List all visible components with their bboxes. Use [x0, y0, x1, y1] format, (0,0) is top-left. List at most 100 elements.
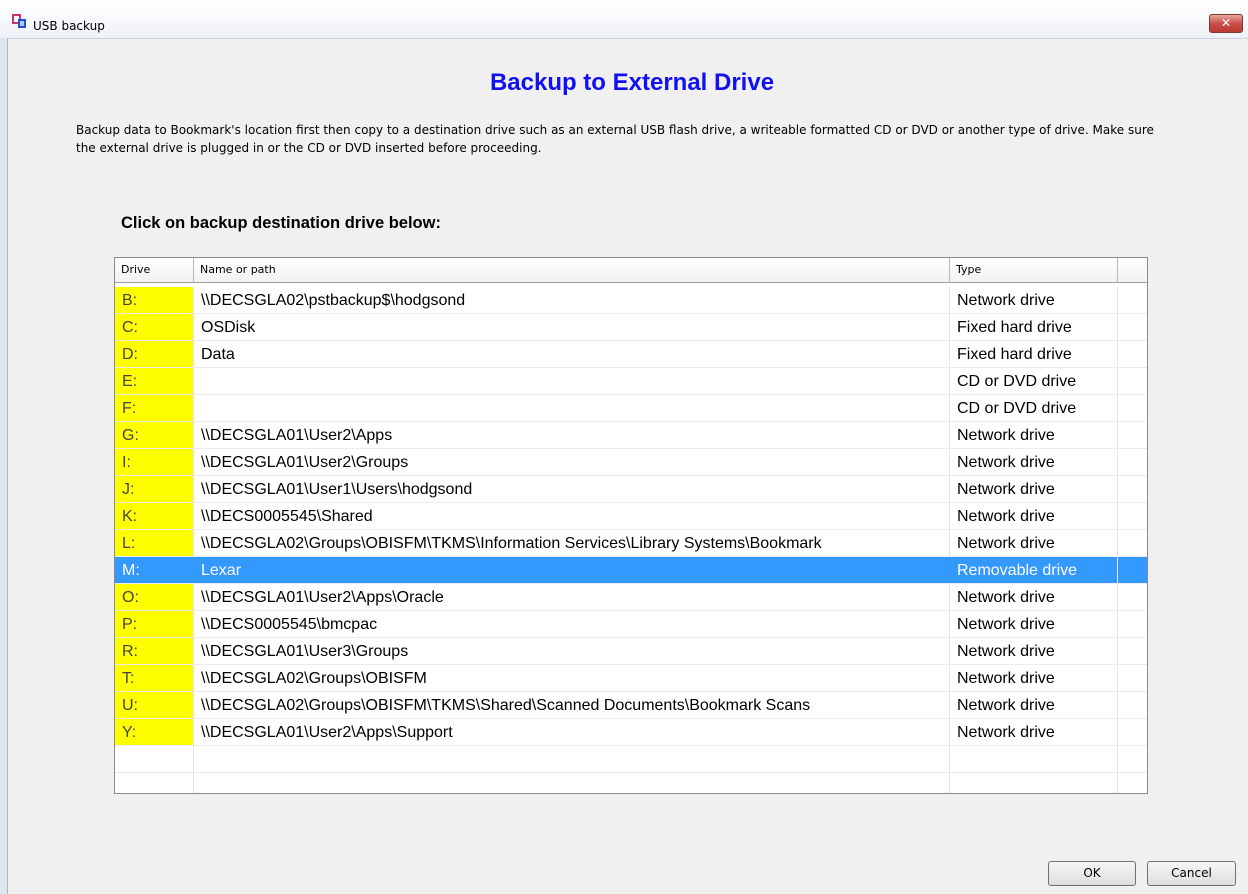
- type-cell: Network drive: [950, 584, 1118, 610]
- cancel-button[interactable]: Cancel: [1147, 861, 1236, 886]
- instruction-text: Click on backup destination drive below:: [121, 214, 441, 232]
- drive-cell: U:: [115, 692, 194, 718]
- type-cell: Removable drive: [950, 557, 1118, 583]
- type-cell: Network drive: [950, 638, 1118, 664]
- table-row[interactable]: J: \\DECSGLA01\User1\Users\hodgsond Networ…: [115, 476, 1147, 503]
- path-cell: [194, 746, 950, 772]
- page-heading: Backup to External Drive: [489, 69, 775, 96]
- path-cell: OSDisk: [194, 314, 950, 340]
- table-row[interactable]: B: \\DECSGLA02\pstbackup$\hodgsond Network…: [115, 287, 1147, 314]
- drive-cell: O:: [115, 584, 194, 610]
- path-cell: \\DECSGLA02\Groups\OBISFM\TKMS\Shared\Sc…: [194, 692, 950, 718]
- filler-cell: [1118, 368, 1147, 394]
- table-row[interactable]: O: \\DECSGLA01\User2\Apps\Oracle Network d…: [115, 584, 1147, 611]
- table-row[interactable]: D: Data Fixed hard drive: [115, 341, 1147, 368]
- filler-cell: [1118, 584, 1147, 610]
- column-header-name-or-path[interactable]: Name or path: [194, 258, 950, 282]
- table-row[interactable]: M: Lexar Removable drive: [115, 557, 1147, 584]
- drive-cell: C:: [115, 314, 194, 340]
- drive-cell: R:: [115, 638, 194, 664]
- path-cell: \\DECSGLA02\Groups\OBISFM\TKMS\Informati…: [194, 530, 950, 556]
- drive-cell: T:: [115, 665, 194, 691]
- type-cell: Network drive: [950, 665, 1118, 691]
- type-cell: Network drive: [950, 530, 1118, 556]
- path-cell: Data: [194, 341, 950, 367]
- filler-cell: [1118, 530, 1147, 556]
- drive-cell: K:: [115, 503, 194, 529]
- table-row[interactable]: P: \\DECS0005545\bmcpac Network drive: [115, 611, 1147, 638]
- filler-cell: [1118, 773, 1147, 793]
- type-cell: Network drive: [950, 503, 1118, 529]
- path-cell: [194, 395, 950, 421]
- type-cell: Network drive: [950, 422, 1118, 448]
- drive-cell: J:: [115, 476, 194, 502]
- column-header-type[interactable]: Type: [950, 258, 1118, 282]
- column-header-filler: [1118, 258, 1147, 282]
- filler-cell: [1118, 476, 1147, 502]
- type-cell: Network drive: [950, 692, 1118, 718]
- filler-cell: [1118, 638, 1147, 664]
- filler-cell: [1118, 611, 1147, 637]
- filler-cell: [1118, 665, 1147, 691]
- title-bar[interactable]: USB backup ✕: [0, 0, 1248, 39]
- drive-cell: [115, 746, 194, 772]
- drive-cell: Y:: [115, 719, 194, 745]
- table-row[interactable]: G: \\DECSGLA01\User2\Apps Network drive: [115, 422, 1147, 449]
- table-row[interactable]: I: \\DECSGLA01\User2\Groups Network drive: [115, 449, 1147, 476]
- filler-cell: [1118, 341, 1147, 367]
- close-icon: ✕: [1220, 16, 1232, 30]
- filler-cell: [1118, 503, 1147, 529]
- path-cell: \\DECSGLA01\User2\Apps: [194, 422, 950, 448]
- drive-cell: B:: [115, 287, 194, 313]
- table-row[interactable]: L: \\DECSGLA02\Groups\OBISFM\TKMS\Informa…: [115, 530, 1147, 557]
- filler-cell: [1118, 449, 1147, 475]
- table-row[interactable]: U: \\DECSGLA02\Groups\OBISFM\TKMS\Shared\…: [115, 692, 1147, 719]
- filler-cell: [1118, 287, 1147, 313]
- path-cell: [194, 773, 950, 793]
- description-text: Backup data to Bookmark's location first…: [76, 123, 1154, 155]
- usb-backup-app-icon: [12, 14, 26, 28]
- drive-cell: L:: [115, 530, 194, 556]
- drive-cell: P:: [115, 611, 194, 637]
- filler-cell: [1118, 395, 1147, 421]
- drive-cell: I:: [115, 449, 194, 475]
- table-row-empty: [115, 773, 1147, 793]
- table-row[interactable]: Y: \\DECSGLA01\User2\Apps\Support Network …: [115, 719, 1147, 746]
- type-cell: Network drive: [950, 611, 1118, 637]
- filler-cell: [1118, 746, 1147, 772]
- filler-cell: [1118, 314, 1147, 340]
- path-cell: \\DECSGLA01\User3\Groups: [194, 638, 950, 664]
- type-cell: Network drive: [950, 719, 1118, 745]
- table-row-empty: [115, 746, 1147, 773]
- filler-cell: [1118, 692, 1147, 718]
- ok-button[interactable]: OK: [1048, 861, 1136, 886]
- type-cell: Network drive: [950, 449, 1118, 475]
- drive-cell: [115, 773, 194, 793]
- drive-cell: G:: [115, 422, 194, 448]
- close-button[interactable]: ✕: [1209, 14, 1243, 33]
- table-row[interactable]: T: \\DECSGLA02\Groups\OBISFM Network drive: [115, 665, 1147, 692]
- table-row[interactable]: C: OSDisk Fixed hard drive: [115, 314, 1147, 341]
- drive-cell: D:: [115, 341, 194, 367]
- drive-list-table[interactable]: Drive Name or path Type B: \\DECSGLA02\ps…: [114, 257, 1148, 794]
- path-cell: \\DECS0005545\bmcpac: [194, 611, 950, 637]
- path-cell: \\DECSGLA01\User1\Users\hodgsond: [194, 476, 950, 502]
- type-cell: Network drive: [950, 476, 1118, 502]
- column-header-drive[interactable]: Drive: [115, 258, 194, 282]
- path-cell: Lexar: [194, 557, 950, 583]
- table-row[interactable]: R: \\DECSGLA01\User3\Groups Network drive: [115, 638, 1147, 665]
- filler-cell: [1118, 422, 1147, 448]
- window-title: USB backup: [33, 19, 105, 33]
- type-cell: CD or DVD drive: [950, 395, 1118, 421]
- drive-cell: M:: [115, 557, 194, 583]
- type-cell: Fixed hard drive: [950, 341, 1118, 367]
- table-row[interactable]: K: \\DECS0005545\Shared Network drive: [115, 503, 1147, 530]
- table-header: Drive Name or path Type: [115, 258, 1147, 283]
- path-cell: \\DECSGLA01\User2\Apps\Oracle: [194, 584, 950, 610]
- table-row[interactable]: F: CD or DVD drive: [115, 395, 1147, 422]
- filler-cell: [1118, 719, 1147, 745]
- path-cell: \\DECSGLA01\User2\Apps\Support: [194, 719, 950, 745]
- type-cell: CD or DVD drive: [950, 368, 1118, 394]
- table-row[interactable]: E: CD or DVD drive: [115, 368, 1147, 395]
- type-cell: Fixed hard drive: [950, 314, 1118, 340]
